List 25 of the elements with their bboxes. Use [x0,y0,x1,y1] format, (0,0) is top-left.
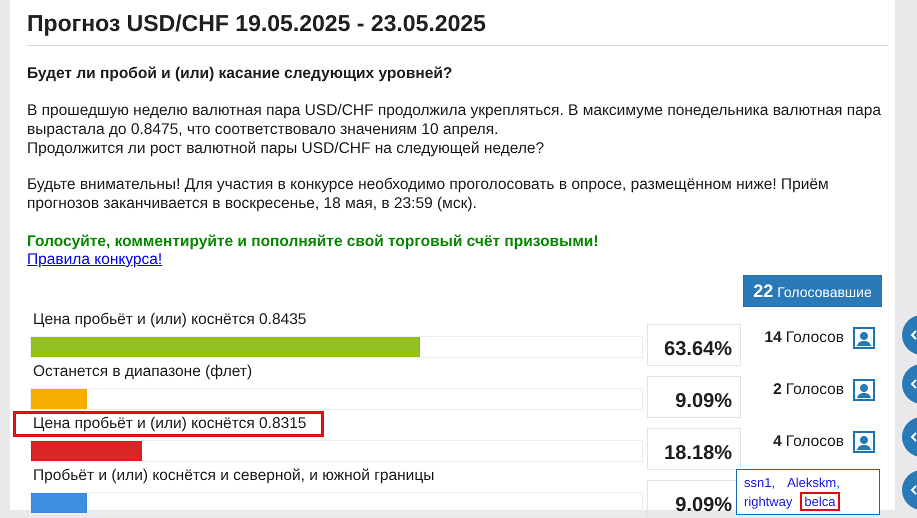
question-heading: Будет ли пробой и (или) касание следующих уровней? [27,64,454,84]
percent-value: 63.64% [647,324,741,366]
call-to-action: Голосуйте, комментируйте и пополняйте свой торговый счёт призовыми! [27,232,600,251]
user-icon[interactable] [853,431,875,453]
votes-count: 4 Голосов [773,433,844,451]
percent-value: 9.09% [647,376,741,418]
option-label: Пробьёт и (или) коснётся и северной, и южной границы [32,466,436,486]
paragraph-text: Продолжится ли рост валютной пары USD/CHF на следующей неделе? [27,139,546,158]
user-icon[interactable] [853,327,875,349]
voter-link[interactable]: Alekskm, [783,473,844,492]
rules-link[interactable]: Правила конкурса! [27,251,162,269]
voter-link[interactable]: belca [800,492,840,511]
user-icon[interactable] [853,379,875,401]
option-label: Останется в диапазоне (флет) [32,362,254,382]
voter-link[interactable]: ssn1, [740,473,780,492]
percent-value: 18.18% [647,428,741,470]
votes-count: 2 Голосов [773,381,844,399]
votes-count: 14 Голосов [764,329,844,347]
paragraph-text: Будьте внимательны! Для участия в конкурсе необходимо проголосовать в опросе, размещённом ниже! Приём прогнозов заканчивается в воскресенье, 18 мая, в 23:59 (мск). [27,175,830,213]
option-label: Цена пробьёт и (или) коснётся 0.8435 [32,310,308,330]
paragraph-text: В прошедшую неделю валютная пара USD/CHF продолжила укрепляться. В максимуме понедельника валютная пара вырастала до 0.8475, что соответствовало значениям 10 апреля. [27,101,882,139]
page-title: Прогноз USD/CHF 19.05.2025 - 23.05.2025 [27,8,888,46]
voter-link[interactable]: rightway [740,492,796,511]
voters-button[interactable]: 22 Голосовавшие [743,275,882,307]
option-label: Цена пробьёт и (или) коснётся 0.8315 [13,411,324,437]
